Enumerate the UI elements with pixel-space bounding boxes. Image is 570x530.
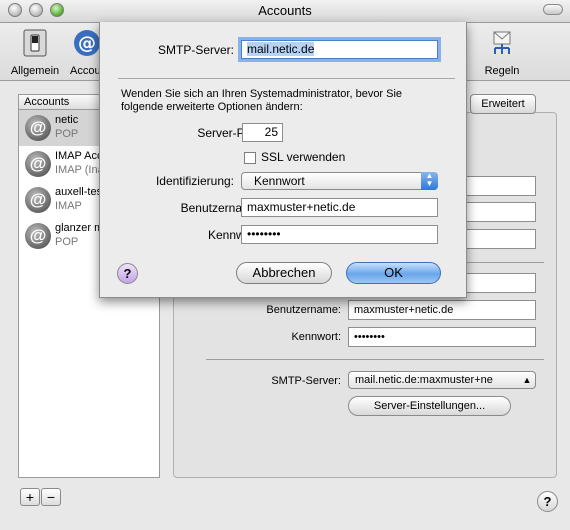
smtp-server-label: SMTP-Server: [271,375,341,387]
chevron-updown-icon: ▲▼ [522,375,532,385]
account-name: auxell-test [55,186,106,198]
window-title: Accounts [258,3,312,18]
toolbar-label: Regeln [484,65,520,77]
tab-erweitert[interactable]: Erweitert [470,94,536,114]
sheet-smtp-server-value: mail.netic.de [247,42,315,56]
account-type: POP [55,236,79,248]
sheet-info-line: Wenden Sie sich an Ihren Systemadministr… [121,88,403,100]
password-label: Kennwort: [291,331,341,343]
sheet-ssl-label: SSL verwenden [261,150,346,164]
toolbar-label: Allgemein [10,65,60,77]
svg-text:@: @ [78,33,96,54]
rules-icon [493,31,511,54]
remove-account-button[interactable]: − [41,488,61,506]
sheet-smtp-server-label: SMTP-Server: [157,43,234,57]
at-sign-icon: @ [25,115,51,141]
sheet-username-input[interactable]: maxmuster+netic.de [241,198,438,217]
divider [206,359,544,360]
toolbar-item-regeln[interactable]: Regeln [480,28,524,77]
server-settings-button[interactable]: Server-Einstellungen... [348,396,511,416]
toolbar-toggle-button[interactable] [543,4,563,15]
at-sign-icon: @ [25,151,51,177]
divider [118,78,455,79]
sheet-auth-label: Identifizierung: [155,174,234,188]
toolbar-item-allgemein[interactable]: Allgemein [6,28,64,77]
account-type: POP [55,128,79,140]
username-field[interactable]: maxmuster+netic.de [348,300,536,320]
smtp-server-value: mail.netic.de:maxmuster+ne [355,374,493,386]
sheet-info-line: folgende erweiterte Optionen ändern: [121,101,303,113]
add-account-button[interactable]: + [20,488,40,506]
cancel-button[interactable]: Abbrechen [236,262,332,284]
at-sign-icon: @ [74,30,100,56]
title-bar[interactable]: Accounts [0,0,570,23]
sheet-help-button[interactable]: ? [117,263,138,284]
sheet-info-text: Wenden Sie sich an Ihren Systemadministr… [121,88,402,114]
smtp-server-popup[interactable]: mail.netic.de:maxmuster+ne ▲▼ [348,371,536,389]
switch-icon [23,29,47,57]
sheet-port-label: Server-Port: [197,126,262,140]
at-sign-icon: @ [25,187,51,213]
sheet-smtp-server-input[interactable]: mail.netic.de [241,40,438,59]
sheet-auth-value: Kennwort [254,174,305,188]
sheet-password-input[interactable]: •••••••• [241,225,438,244]
sheet-password-label: Kennwort: [207,228,262,242]
at-sign-icon: @ [25,223,51,249]
ok-button[interactable]: OK [346,262,441,284]
sheet-auth-popup[interactable]: Kennwort ▲ ▼ [241,172,438,190]
sheet-port-input[interactable]: 25 [242,123,283,142]
help-button[interactable]: ? [537,491,558,512]
sheet-ssl-checkbox[interactable] [244,152,256,164]
account-type: IMAP [55,200,82,212]
password-field[interactable]: •••••••• [348,327,536,347]
smtp-server-sheet: SMTP-Server: mail.netic.de Wenden Sie si… [99,22,467,298]
username-label: Benutzername: [266,304,341,316]
account-name: netic [55,114,79,126]
chevron-updown-icon: ▲▼ [421,172,438,190]
sheet-username-label: Benutzername: [180,201,262,215]
